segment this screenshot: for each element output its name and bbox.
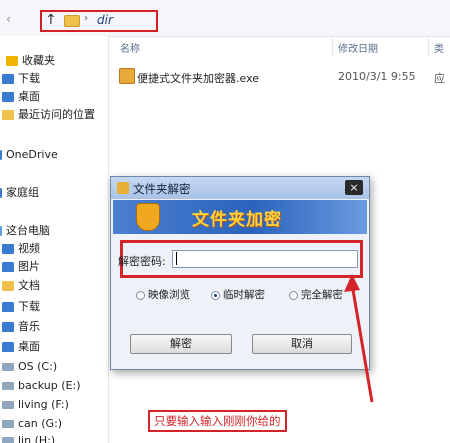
music-folder-icon bbox=[2, 322, 14, 332]
exe-file-icon[interactable] bbox=[119, 68, 135, 84]
back-icon[interactable]: ‹ bbox=[6, 12, 11, 26]
radio-icon bbox=[289, 290, 298, 300]
computer-icon bbox=[0, 226, 2, 236]
radio-selected-icon bbox=[211, 290, 220, 300]
close-button[interactable]: × bbox=[345, 180, 363, 195]
cloud-icon bbox=[0, 150, 2, 160]
column-header-name[interactable]: 名称 bbox=[120, 40, 140, 55]
homegroup-icon bbox=[0, 188, 2, 198]
download-folder-icon bbox=[2, 74, 14, 84]
sidebar-item-documents[interactable]: 文档 bbox=[2, 277, 40, 295]
sidebar-item-drive-e[interactable]: backup (E:) bbox=[2, 377, 81, 395]
folder-icon bbox=[64, 15, 80, 27]
video-folder-icon bbox=[2, 244, 14, 254]
drive-icon bbox=[2, 437, 14, 443]
banner-title: 文件夹加密 bbox=[192, 210, 282, 230]
star-icon bbox=[6, 56, 18, 66]
sidebar-item-favorites[interactable]: 收藏夹 bbox=[6, 52, 55, 70]
desktop-icon bbox=[2, 342, 14, 352]
sidebar-item-homegroup[interactable]: 家庭组 bbox=[0, 184, 39, 202]
drive-icon bbox=[2, 363, 14, 371]
radio-icon bbox=[136, 290, 145, 300]
pictures-folder-icon bbox=[2, 262, 14, 272]
sidebar-item-videos[interactable]: 视频 bbox=[2, 240, 40, 258]
decrypt-button[interactable]: 解密 bbox=[130, 334, 232, 354]
navigation-pane: 收藏夹 下载 桌面 最近访问的位置 OneDrive 家庭组 这台电脑 视频 图… bbox=[0, 36, 109, 443]
up-arrow-icon[interactable]: ↑ bbox=[45, 12, 57, 28]
sidebar-item-downloads[interactable]: 下载 bbox=[2, 70, 40, 88]
sidebar-item-this-pc[interactable]: 这台电脑 bbox=[0, 222, 50, 240]
sidebar-item-recent[interactable]: 最近访问的位置 bbox=[2, 106, 95, 124]
annotation-arrow bbox=[344, 274, 374, 403]
sidebar-item-onedrive[interactable]: OneDrive bbox=[0, 146, 58, 164]
radio-image-browse[interactable]: 映像浏览 bbox=[136, 287, 190, 302]
sidebar-item-drive-h[interactable]: lin (H:) bbox=[2, 432, 55, 443]
column-divider[interactable] bbox=[428, 38, 429, 56]
drive-icon bbox=[2, 420, 14, 428]
recent-places-icon bbox=[2, 110, 14, 120]
password-label: 解密密码: bbox=[118, 255, 166, 268]
sidebar-item-desktop-2[interactable]: 桌面 bbox=[2, 338, 40, 356]
radio-temporary-decrypt[interactable]: 临时解密 bbox=[211, 287, 265, 302]
shield-icon bbox=[136, 203, 160, 231]
download-folder-icon bbox=[2, 302, 14, 312]
sidebar-item-pictures[interactable]: 图片 bbox=[2, 258, 40, 276]
desktop-icon bbox=[2, 92, 14, 102]
column-header-type[interactable]: 类 bbox=[434, 40, 444, 55]
sidebar-item-drive-c[interactable]: OS (C:) bbox=[2, 358, 57, 376]
arrow-head bbox=[344, 274, 360, 292]
sidebar-item-desktop[interactable]: 桌面 bbox=[2, 88, 40, 106]
file-name[interactable]: 便捷式文件夹加密器.exe bbox=[137, 70, 259, 86]
column-divider[interactable] bbox=[332, 38, 333, 56]
sidebar-item-downloads-2[interactable]: 下载 bbox=[2, 298, 40, 316]
app-icon bbox=[117, 182, 129, 194]
documents-folder-icon bbox=[2, 281, 14, 291]
password-input[interactable] bbox=[172, 250, 358, 268]
sidebar-item-music[interactable]: 音乐 bbox=[2, 318, 40, 336]
text-caret bbox=[176, 252, 177, 265]
drive-icon bbox=[2, 382, 14, 390]
sidebar-item-drive-g[interactable]: can (G:) bbox=[2, 415, 62, 433]
dialog-title: 文件夹解密 bbox=[133, 182, 191, 196]
address-path[interactable]: dir bbox=[97, 13, 113, 27]
annotation-caption: 只要输入输入刚刚你给的 bbox=[148, 410, 287, 432]
drive-icon bbox=[2, 401, 14, 409]
file-date: 2010/3/1 9:55 bbox=[338, 70, 416, 83]
sidebar-item-drive-f[interactable]: living (F:) bbox=[2, 396, 69, 414]
column-header-date[interactable]: 修改日期 bbox=[338, 40, 378, 55]
chevron-right-icon[interactable]: › bbox=[84, 13, 88, 24]
arrow-shaft bbox=[350, 283, 374, 403]
file-type: 应 bbox=[434, 72, 445, 85]
